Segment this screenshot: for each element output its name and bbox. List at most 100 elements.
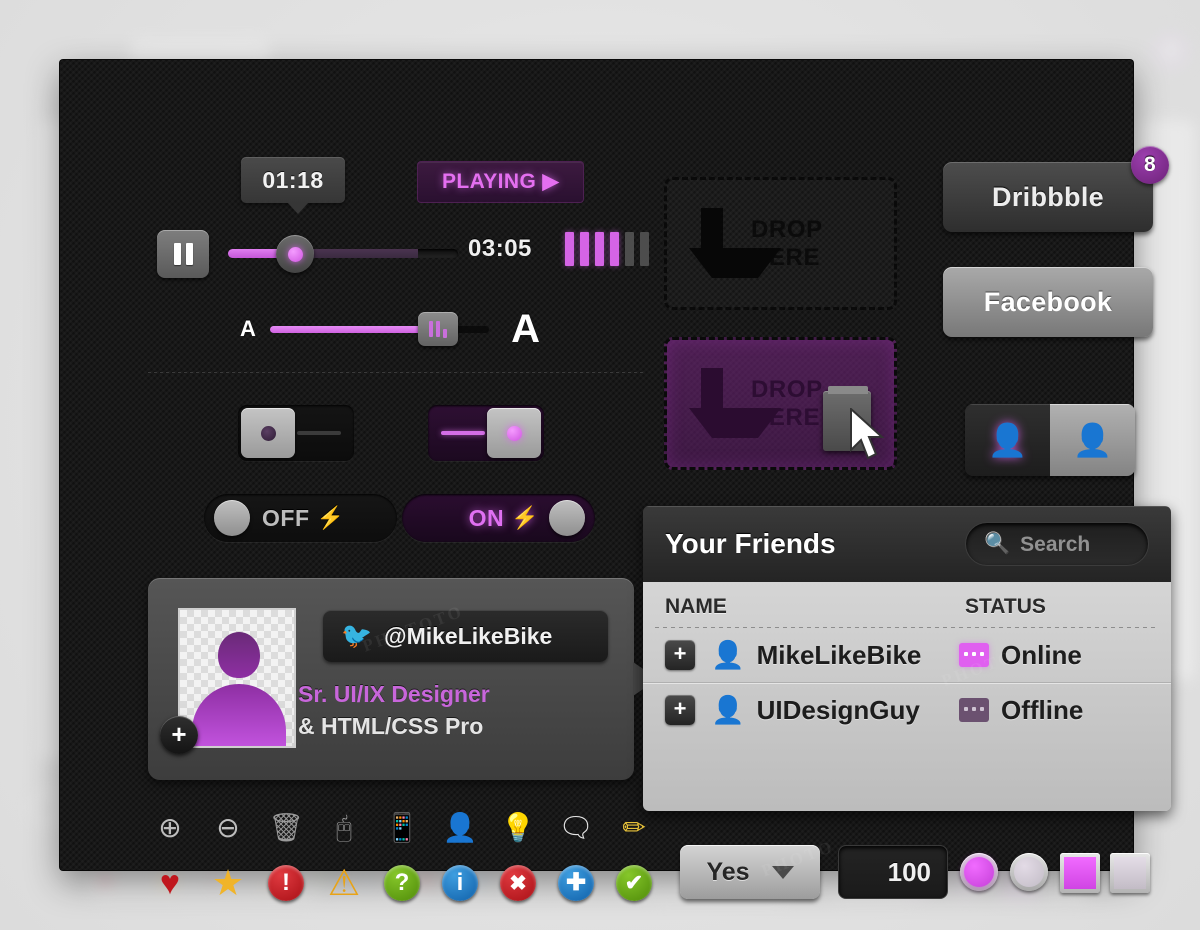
- equalizer-meter: [565, 232, 649, 266]
- eq-bar: [640, 232, 649, 266]
- friends-panel: Your Friends 🔍 Search NAME STATUS + 👤 Mi…: [643, 506, 1171, 811]
- radio-unselected[interactable]: [1010, 853, 1048, 891]
- checkbox-inner-icon: [1064, 857, 1096, 889]
- dropzone-line-1: DROP: [751, 375, 823, 403]
- font-size-handle[interactable]: [417, 311, 458, 346]
- profile-role-line-2: & HTML/CSS Pro: [298, 713, 484, 739]
- add-avatar-button[interactable]: +: [160, 716, 198, 754]
- grip-line-icon: [435, 320, 440, 337]
- toggle-track-line: [297, 431, 341, 435]
- friend-status-label: Online: [1001, 640, 1082, 670]
- ghost-badge: 8: [1150, 30, 1192, 72]
- help-icon[interactable]: ?: [384, 865, 420, 901]
- zoom-out-icon[interactable]: ⊖: [210, 810, 246, 846]
- checkbox-group: [1060, 853, 1150, 893]
- friend-name: MikeLikeBike: [756, 640, 922, 670]
- column-header-name: NAME: [665, 595, 727, 618]
- warning-icon[interactable]: ⚠: [326, 865, 362, 901]
- segment-active[interactable]: 👤: [965, 404, 1050, 476]
- expand-row-button[interactable]: +: [665, 695, 695, 725]
- friend-status: Offline: [959, 697, 1149, 723]
- toggle-switch-on[interactable]: [428, 405, 544, 461]
- user-view-segmented-control[interactable]: 👤 👤: [965, 404, 1135, 476]
- checkbox-selected[interactable]: [1060, 853, 1100, 893]
- number-input[interactable]: 100: [838, 845, 948, 899]
- bolt-icon: ⚡: [316, 505, 345, 530]
- section-divider: [148, 372, 643, 373]
- icon-row-tools: ⊕ ⊖ 🗑 🖰 📱 👤 💡 🗨 ✏: [152, 810, 652, 846]
- error-icon[interactable]: !: [268, 865, 304, 901]
- eq-bar: [625, 232, 634, 266]
- power-toggle-on-label: ON ⚡: [469, 506, 539, 530]
- facebook-label: Facebook: [983, 287, 1113, 317]
- radio-selected[interactable]: [960, 853, 998, 891]
- download-arrow-icon: [689, 207, 781, 280]
- segment-inactive[interactable]: 👤: [1050, 404, 1135, 476]
- power-toggle-off[interactable]: OFF ⚡: [204, 494, 397, 542]
- dropzone-line-1: DROP: [751, 215, 823, 243]
- toggle-switch-off[interactable]: [238, 405, 354, 461]
- grip-line-icon: [442, 328, 447, 338]
- facebook-button[interactable]: Facebook: [943, 267, 1153, 337]
- seek-slider-handle[interactable]: [276, 235, 314, 273]
- mouse-icon[interactable]: 🖰: [326, 810, 362, 846]
- ghost-shape: ⊕: [30, 790, 64, 824]
- yes-no-select[interactable]: Yes: [680, 845, 820, 899]
- mobile-share-icon[interactable]: 📱: [384, 810, 420, 846]
- power-toggle-off-label: OFF ⚡: [262, 505, 345, 530]
- total-time-label: 03:05: [468, 235, 532, 262]
- toggle-dot-icon: [506, 425, 522, 441]
- radio-inner-icon: [964, 857, 994, 887]
- close-icon[interactable]: ✖: [500, 865, 536, 901]
- screen: 8 ♥ ★ ! ⚠ ? i ✖ ✚ ✔ ⊕ 01:18 PLAYING ▶ 03…: [0, 0, 1200, 930]
- font-size-track[interactable]: [269, 311, 490, 346]
- toggle-handle[interactable]: [487, 408, 541, 458]
- expand-row-button[interactable]: +: [665, 640, 695, 670]
- friends-panel-title: Your Friends: [665, 528, 836, 559]
- twitter-handle-text: @MikeLikeBike: [384, 622, 553, 649]
- search-input[interactable]: 🔍 Search: [965, 522, 1149, 566]
- trash-icon[interactable]: 🗑: [268, 810, 304, 846]
- user-icon: 👤: [711, 694, 745, 725]
- zoom-in-icon[interactable]: ⊕: [152, 810, 188, 846]
- font-size-fill: [269, 325, 422, 333]
- checkbox-unselected[interactable]: [1110, 853, 1150, 893]
- add-user-icon[interactable]: 👤: [442, 810, 478, 846]
- grip-line-icon: [428, 320, 433, 337]
- heart-icon[interactable]: ♥: [152, 865, 188, 901]
- lightbulb-icon[interactable]: 💡: [500, 810, 536, 846]
- toggle-dot-icon: [260, 425, 276, 441]
- toggle-handle[interactable]: [241, 408, 295, 458]
- comment-icon[interactable]: 🗨: [558, 810, 594, 846]
- friends-list: NAME STATUS + 👤 MikeLikeBike Online + 👤: [643, 582, 1171, 811]
- pause-icon: [185, 243, 193, 265]
- power-toggle-on[interactable]: ON ⚡: [402, 494, 595, 542]
- icon-row-status: ♥ ★ ! ⚠ ? i ✖ ✚ ✔: [152, 865, 652, 901]
- dropzone-idle[interactable]: DROP HERE: [664, 177, 897, 310]
- radio-inner-icon: [1014, 857, 1044, 887]
- table-row[interactable]: + 👤 MikeLikeBike Online: [643, 628, 1171, 682]
- friend-status: Online: [959, 642, 1149, 668]
- pencil-icon[interactable]: ✏: [616, 810, 652, 846]
- font-size-min-label: A: [240, 316, 256, 341]
- twitter-bird-icon: 🐦: [341, 621, 373, 650]
- profile-role-line-1: Sr. UI/IX Designer: [298, 681, 490, 707]
- seek-slider-track[interactable]: [228, 249, 458, 258]
- add-icon[interactable]: ✚: [558, 865, 594, 901]
- star-icon[interactable]: ★: [210, 865, 246, 901]
- ui-kit-panel: 01:18 PLAYING ▶ 03:05 A A OFF ⚡ ON ⚡ DRO…: [60, 60, 1171, 901]
- info-icon[interactable]: i: [442, 865, 478, 901]
- user-icon: 👤: [987, 422, 1028, 458]
- mouse-cursor-icon: [850, 408, 885, 460]
- font-size-slider[interactable]: A A: [240, 308, 540, 350]
- play-icon: ▶: [542, 170, 560, 193]
- table-row[interactable]: + 👤 UIDesignGuy Offline: [643, 682, 1171, 737]
- eq-bar: [595, 232, 604, 266]
- twitter-handle-field[interactable]: 🐦 @MikeLikeBike: [323, 610, 608, 662]
- dribbble-button[interactable]: Dribbble 8: [943, 146, 1169, 232]
- toggle-knob: [549, 500, 585, 536]
- pause-button[interactable]: [157, 230, 209, 278]
- avatar-head-icon: [218, 632, 260, 678]
- check-icon[interactable]: ✔: [616, 865, 652, 901]
- chat-offline-icon: [959, 698, 989, 722]
